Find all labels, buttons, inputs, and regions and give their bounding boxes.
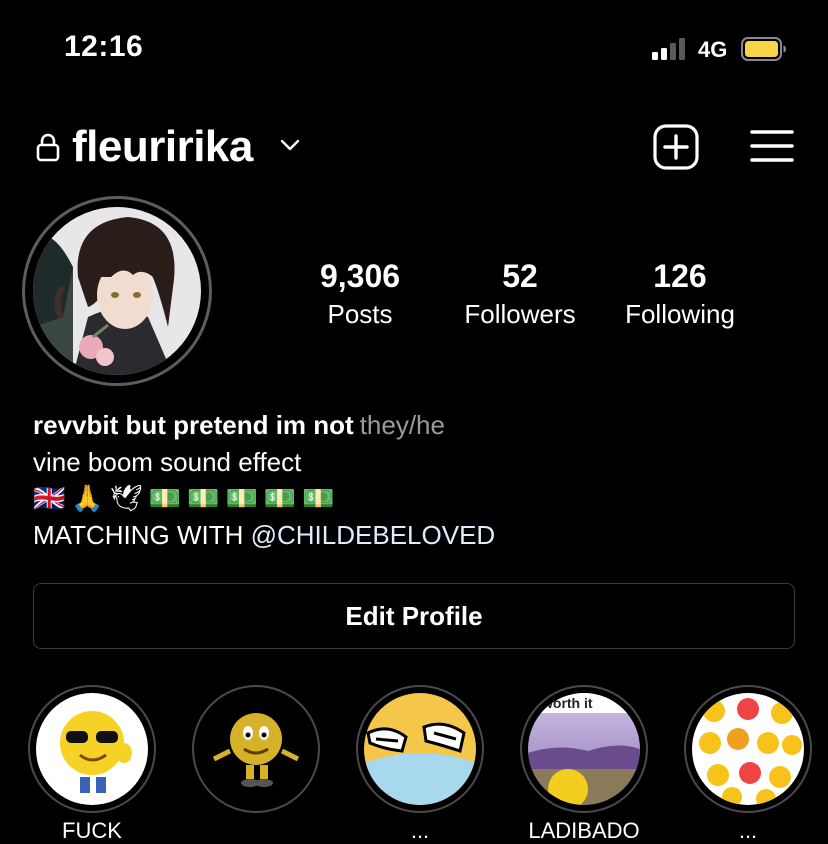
bio-emoji: 💵 [225,484,258,514]
bio-matching-text: MATCHING WITH [33,520,251,550]
bio-text: vine boom sound effect [33,447,302,477]
followers-count: 52 [502,258,538,294]
story-highlight[interactable] [192,685,320,813]
highlight-label: ... [410,818,430,843]
bio-emoji-row: 🇬🇧 🙏 🕊 💵 💵 💵 💵 💵 [33,482,335,516]
lock-icon [36,133,60,162]
chevron-down-icon[interactable] [280,138,300,152]
stat-posts[interactable]: 9,306 Posts [285,258,435,330]
story-highlight[interactable] [356,685,484,813]
bio-emoji: 💵 [187,484,220,514]
bio-emoji: 🇬🇧 [33,484,66,514]
stat-followers[interactable]: 52 Followers [445,258,595,330]
bio-emoji: 🕊 [109,484,143,514]
edit-profile-button[interactable]: Edit Profile [33,583,795,649]
avatar[interactable] [33,207,201,375]
highlight-label: FUCK [62,818,122,843]
network-type: 4G [698,37,728,62]
battery-icon [741,37,786,61]
bio-emoji: 🙏 [71,484,104,514]
story-highlight[interactable]: worth it [520,685,648,813]
profile-username[interactable]: fleuririka [72,122,253,172]
bio-name-line: revvbit but pretend im not they/he [33,409,445,441]
bio-emoji: 💵 [302,484,335,514]
cartoon-hands-icon [364,693,476,805]
story-highlight[interactable] [684,685,812,813]
sunglasses-emoji-icon [36,693,148,805]
hamburger-menu-icon[interactable] [750,128,794,164]
highlight-label: ... [738,818,758,843]
add-post-icon[interactable] [653,124,699,170]
posts-label: Posts [327,299,393,329]
cellular-signal-icon [652,38,690,60]
bio-name: revvbit but pretend im not [33,410,354,440]
bio-emoji: 💵 [148,484,182,514]
emoji-collage-icon [692,693,804,805]
status-time: 12:16 [64,30,144,63]
followers-label: Followers [464,299,576,329]
highlight-caption: worth it [541,695,593,711]
highlight-label: LADIBADO [528,818,640,843]
3d-smiley-icon [200,693,312,805]
bio-pronouns: they/he [359,410,445,440]
following-label: Following [625,299,735,329]
bio-emoji: 💵 [263,484,297,514]
worth-it-meme-icon: worth it [528,693,640,805]
stat-following[interactable]: 126 Following [605,258,755,330]
posts-count: 9,306 [319,258,401,294]
story-highlight[interactable] [28,685,156,813]
bio-mention-link[interactable]: @CHILDEBELOVED [251,520,496,550]
following-count: 126 [653,258,707,294]
bio-matching-line: MATCHING WITH @CHILDEBELOVED [33,519,495,551]
